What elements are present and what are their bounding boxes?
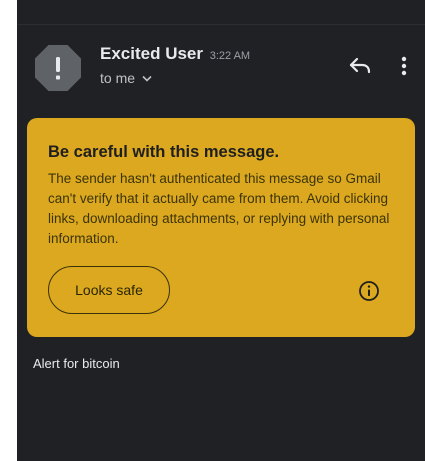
recipient-label: to me: [100, 70, 136, 86]
more-options-button[interactable]: [397, 54, 411, 78]
chevron-down-icon: [142, 75, 152, 82]
info-button[interactable]: [358, 280, 380, 302]
exclamation-octagon-icon: [35, 45, 81, 91]
reply-arrow-icon: [349, 57, 371, 74]
page: Excited User 3:22 AM to me Be careful wi…: [0, 0, 425, 461]
email-screen: Excited User 3:22 AM to me Be careful wi…: [17, 0, 425, 461]
top-divider: [17, 24, 425, 25]
recipient-toggle[interactable]: to me: [100, 70, 152, 86]
email-body-text: Alert for bitcoin: [33, 356, 120, 371]
looks-safe-button[interactable]: Looks safe: [48, 266, 170, 314]
warning-banner: Be careful with this message. The sender…: [27, 118, 415, 337]
reply-button[interactable]: [347, 54, 373, 78]
more-vert-icon: [401, 56, 407, 76]
warning-title: Be careful with this message.: [48, 143, 280, 161]
warning-body: The sender hasn't authenticated this mes…: [48, 171, 390, 246]
info-circle-icon: [359, 281, 379, 301]
sender-avatar[interactable]: [35, 45, 81, 91]
sender-name: Excited User: [100, 44, 203, 63]
sender-line: Excited User 3:22 AM: [100, 44, 250, 64]
message-time: 3:22 AM: [209, 50, 251, 62]
